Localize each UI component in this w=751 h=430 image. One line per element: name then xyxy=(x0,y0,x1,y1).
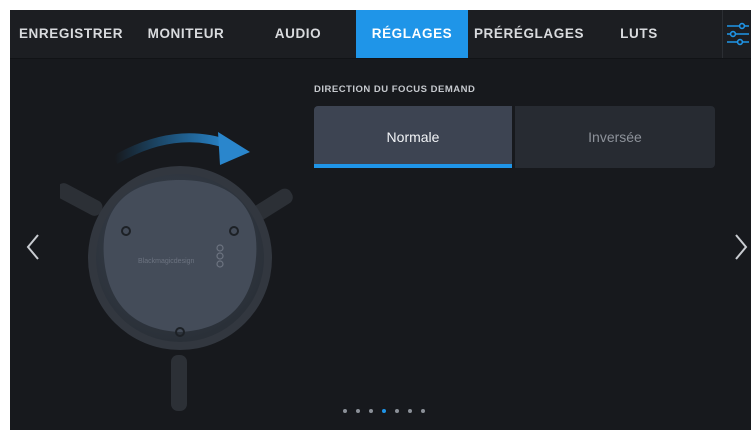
brand-logo: Blackmagicdesign xyxy=(138,258,195,265)
chevron-right-icon xyxy=(735,234,748,260)
tab-reglages[interactable]: RÉGLAGES xyxy=(356,10,468,58)
page-dot[interactable] xyxy=(395,409,399,413)
sliders-icon xyxy=(727,22,749,46)
page-dot[interactable] xyxy=(369,409,373,413)
tab-moniteur[interactable]: MONITEUR xyxy=(132,10,240,58)
curved-arrow-icon xyxy=(112,132,250,165)
option-normale-button[interactable]: Normale xyxy=(314,106,512,168)
focus-demand-device: Blackmagicdesign xyxy=(88,166,272,350)
next-page-button[interactable] xyxy=(730,230,750,264)
setting-label: DIRECTION DU FOCUS DEMAND xyxy=(314,84,476,95)
page-dot[interactable] xyxy=(343,409,347,413)
page-indicator xyxy=(343,407,433,415)
option-inversee-button[interactable]: Inversée xyxy=(515,106,715,168)
focus-demand-illustration: Blackmagicdesign xyxy=(60,132,293,411)
page-dot[interactable] xyxy=(356,409,360,413)
tab-bar: ENREGISTRER MONITEUR AUDIO RÉGLAGES PRÉR… xyxy=(10,10,751,59)
tab-luts[interactable]: LUTS xyxy=(595,10,683,58)
previous-page-button[interactable] xyxy=(24,230,44,264)
tab-prereglages[interactable]: PRÉRÉGLAGES xyxy=(468,10,590,58)
page-dot-current[interactable] xyxy=(382,409,386,413)
chevron-left-icon xyxy=(26,234,39,260)
page-dot[interactable] xyxy=(421,409,425,413)
tab-enregistrer[interactable]: ENREGISTRER xyxy=(10,10,132,58)
tab-audio[interactable]: AUDIO xyxy=(258,10,338,58)
settings-menu-button[interactable] xyxy=(722,10,751,58)
page-dot[interactable] xyxy=(408,409,412,413)
selected-indicator xyxy=(314,164,512,168)
camera-screen: ENREGISTRER MONITEUR AUDIO RÉGLAGES PRÉR… xyxy=(10,10,751,430)
